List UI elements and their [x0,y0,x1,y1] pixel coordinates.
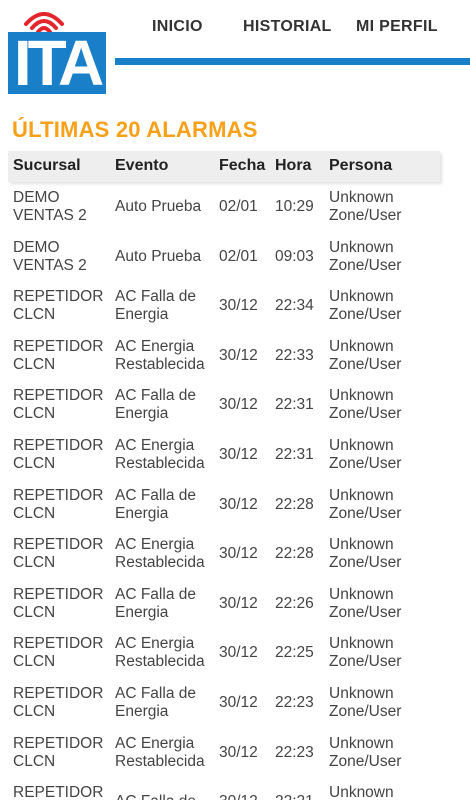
cell-sucursal: REPETIDOR CLCN [13,585,104,621]
cell-fecha: 30/12 [219,346,258,364]
cell-sucursal: REPETIDOR CLCN [13,436,104,472]
app-header: ITA INICIO HISTORIAL MI PERFIL [0,0,470,100]
ita-logo[interactable]: ITA [8,6,108,95]
cell-fecha: 30/12 [219,495,258,513]
cell-persona: Unknown [329,784,394,800]
cell-persona: Unknown Zone/User [329,288,402,324]
cell-sucursal: REPETIDOR CLCN [13,387,104,423]
cell-fecha: 30/12 [219,693,258,711]
cell-evento: Auto Prueba [115,198,202,215]
alarms-table: Sucursal Evento Fecha Hora Persona DEMO … [8,151,440,800]
cell-persona: Unknown Zone/User [329,635,402,671]
cell-evento: AC Energia Restablecida [115,635,205,671]
table-row[interactable]: REPETIDOR CLCN AC Falla de Energia 30/12 22… [8,480,440,530]
cell-persona: Unknown Zone/User [329,536,402,572]
cell-hora: 10:29 [275,198,314,215]
cell-evento: AC Falla de [115,793,220,800]
cell-sucursal: REPETIDOR CLCN [13,486,104,522]
cell-fecha: 30/12 [219,594,258,612]
cell-persona: Unknown Zone/User [329,734,402,770]
cell-fecha: 02/01 [219,247,258,265]
cell-fecha: 30/12 [219,396,258,414]
table-row[interactable]: REPETIDOR CLCN AC Energia Restablecida 30/… [8,529,440,579]
cell-hora: 09:03 [275,247,314,265]
cell-sucursal: REPETIDOR CLCN [13,784,104,800]
table-row[interactable]: REPETIDOR CLCN AC Falla de Energia 30/12 22… [8,579,440,629]
table-row[interactable]: REPETIDOR CLCN AC Falla de30/12 22:21Unkno… [8,777,440,800]
cell-evento: AC Falla de Energia [115,387,196,423]
table-row[interactable]: REPETIDOR CLCN AC Energia Restablecida 30/… [8,628,440,678]
cell-fecha: 30/12 [219,297,258,315]
table-row[interactable]: REPETIDOR CLCN AC Energia Restablecida 30/… [8,331,440,381]
table-row[interactable]: REPETIDOR CLCN AC Energia Restablecida 30/… [8,430,440,480]
cell-hora: 22:28 [275,495,314,513]
cell-sucursal: REPETIDOR CLCN [13,684,104,720]
cell-hora: 22:28 [275,545,314,563]
page-title: ÚLTIMAS 20 ALARMAS [12,117,258,142]
cell-fecha: 30/12 [219,545,258,563]
cell-evento: AC Energia Restablecida [115,337,205,373]
cell-evento: AC Falla de Energia [115,288,196,324]
header-fecha: Fecha [219,157,266,174]
cell-sucursal: DEMO VENTAS 2 [13,238,87,274]
cell-hora: 22:21 [275,793,327,800]
cell-hora: 22:26 [275,594,314,612]
nav-item-inicio[interactable]: INICIO [152,18,203,36]
table-row[interactable]: DEMO VENTAS 2 Auto Prueba 02/01 10:29 Unknow… [8,182,440,232]
table-row[interactable]: REPETIDOR CLCN AC Falla de Energia 30/12 22… [8,380,440,430]
cell-sucursal: REPETIDOR CLCN [13,337,104,373]
cell-evento: AC Energia Restablecida [115,436,205,472]
cell-sucursal: REPETIDOR CLCN [13,288,104,324]
cell-evento: AC Falla de Energia [115,585,196,621]
cell-hora: 22:31 [275,445,314,463]
cell-fecha: 30/12 [219,793,271,800]
cell-persona: Unknown Zone/User [329,436,402,472]
header-sucursal: Sucursal [13,157,81,174]
cell-fecha: 02/01 [219,198,258,215]
table-row[interactable]: DEMO VENTAS 2 Auto Prueba 02/01 09:03 Unknow… [8,232,440,282]
table-body: DEMO VENTAS 2 Auto Prueba 02/01 10:29 Unknow… [8,182,440,800]
header-hora: Hora [275,157,312,174]
cell-sucursal: REPETIDOR CLCN [13,536,104,572]
table-header: Sucursal Evento Fecha Hora Persona [8,151,440,182]
cell-fecha: 30/12 [219,644,258,662]
cell-sucursal: REPETIDOR CLCN [13,734,104,770]
cell-persona: Unknown Zone/User [329,189,402,224]
nav-item-mi-perfil[interactable]: MI PERFIL [356,18,438,36]
cell-persona: Unknown Zone/User [329,387,402,423]
cell-hora: 22:31 [275,396,314,414]
header-persona: Persona [329,157,393,174]
cell-fecha: 30/12 [219,743,258,761]
table-row[interactable]: REPETIDOR CLCN AC Energia Restablecida 30/… [8,728,440,778]
cell-hora: 22:33 [275,346,314,364]
nav-underline-bar [115,58,470,65]
cell-evento: AC Energia Restablecida [115,734,205,770]
cell-persona: Unknown Zone/User [329,238,402,274]
cell-sucursal: REPETIDOR CLCN [13,635,104,671]
logo-text: ITA [8,31,106,95]
table-row[interactable]: REPETIDOR CLCN AC Falla de Energia 30/12 22… [8,281,440,331]
header-evento: Evento [115,157,169,174]
cell-hora: 22:34 [275,297,314,315]
cell-sucursal: DEMO VENTAS 2 [13,189,87,224]
cell-persona: Unknown Zone/User [329,585,402,621]
cell-persona: Unknown Zone/User [329,337,402,373]
cell-hora: 22:25 [275,644,314,662]
cell-evento: AC Falla de Energia [115,486,196,522]
table-row[interactable]: REPETIDOR CLCN AC Falla de Energia 30/12 22… [8,678,440,728]
cell-persona: Unknown Zone/User [329,486,402,522]
cell-evento: AC Falla de Energia [115,684,196,720]
cell-evento: Auto Prueba [115,247,202,265]
cell-fecha: 30/12 [219,445,258,463]
main-nav: INICIO HISTORIAL MI PERFIL [130,18,470,42]
cell-hora: 22:23 [275,693,314,711]
cell-evento: AC Energia Restablecida [115,536,205,572]
cell-persona: Unknown Zone/User [329,684,402,720]
cell-hora: 22:23 [275,743,314,761]
nav-item-historial[interactable]: HISTORIAL [243,18,332,36]
